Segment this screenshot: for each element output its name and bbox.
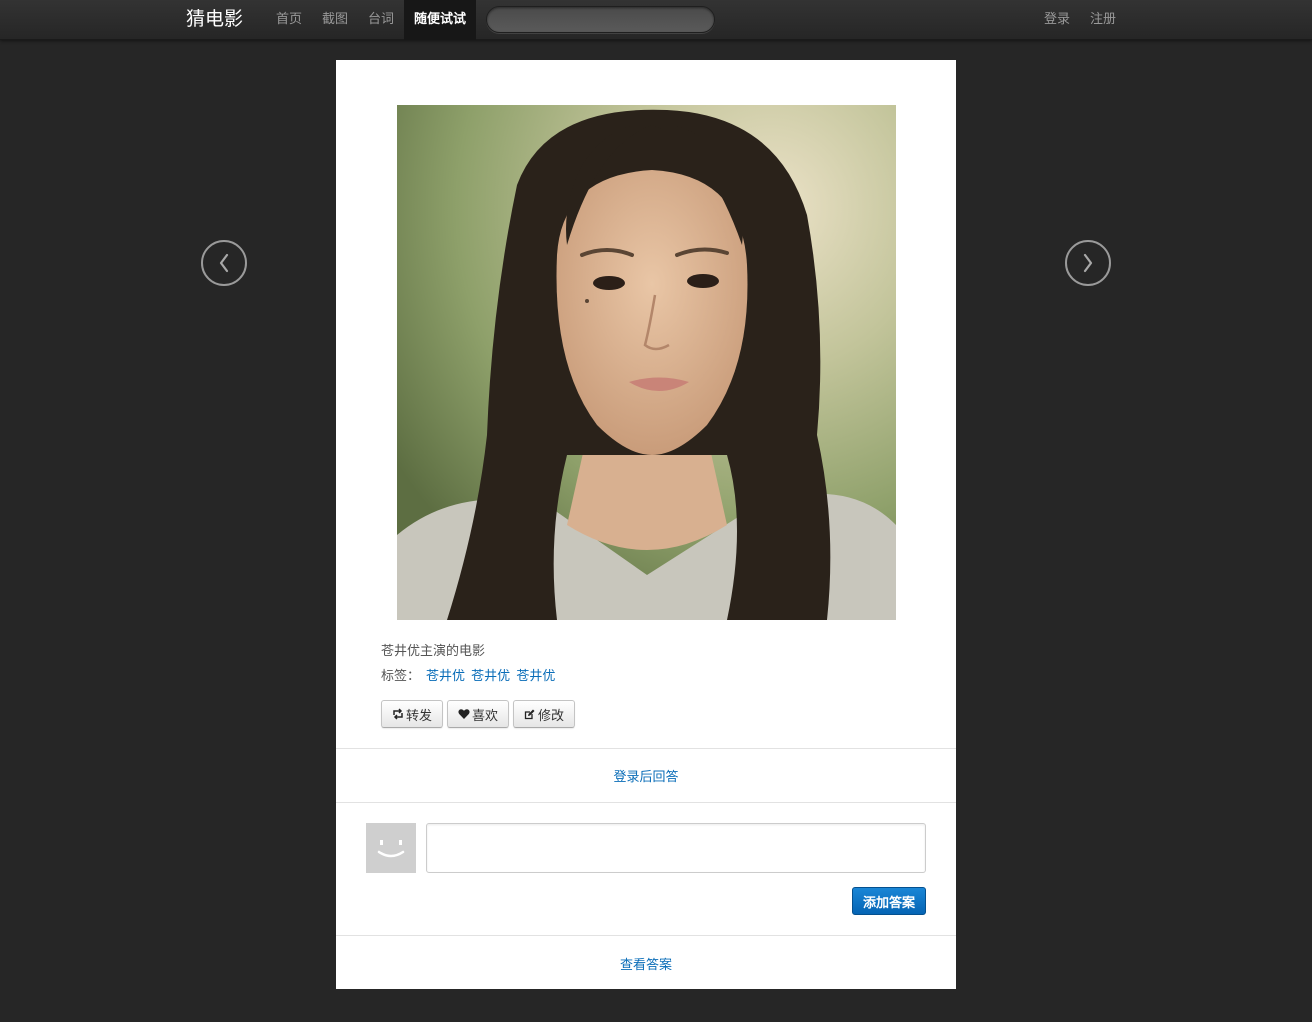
divider [336,748,956,749]
tag-link[interactable]: 苍井优 [426,669,465,684]
view-answers-link[interactable]: 查看答案 [336,954,956,973]
top-navbar: 猜电影 首页 截图 台词 随便试试 登录 注册 [0,0,1312,40]
next-button[interactable] [1065,240,1111,286]
question-card: 苍井优主演的电影 标签： 苍井优 苍井优 苍井优 转发 喜欢 修改 登录后回答 [336,60,956,989]
previous-button[interactable] [201,240,247,286]
repost-label: 转发 [405,708,432,724]
add-answer-button[interactable]: 添加答案 [852,887,926,915]
register-link[interactable]: 注册 [1084,0,1122,40]
edit-label: 修改 [537,708,564,724]
repost-button[interactable]: 转发 [381,700,443,728]
nav-screenshots[interactable]: 截图 [316,0,354,40]
answer-input[interactable] [426,823,926,873]
chevron-left-icon [219,253,229,273]
login-link[interactable]: 登录 [1038,0,1076,40]
tags-label: 标签： [381,669,421,684]
divider [336,935,956,936]
question-caption: 苍井优主演的电影 [381,644,486,659]
tags-row: 标签： 苍井优 苍井优 苍井优 [381,665,555,684]
avatar [366,823,416,873]
nav-home[interactable]: 首页 [270,0,308,40]
edit-button[interactable]: 修改 [513,700,575,728]
retweet-icon [393,708,403,720]
portrait-illustration [397,105,896,620]
search-input[interactable] [486,6,715,33]
brand-logo[interactable]: 猜电影 [186,6,243,34]
movie-still-image [397,105,896,620]
like-button[interactable]: 喜欢 [447,700,509,728]
login-to-answer-link[interactable]: 登录后回答 [336,766,956,785]
nav-random[interactable]: 随便试试 [404,0,476,40]
chevron-right-icon [1083,253,1093,273]
edit-icon [524,709,535,720]
tag-link[interactable]: 苍井优 [471,669,510,684]
tag-link[interactable]: 苍井优 [516,669,555,684]
nav-quotes[interactable]: 台词 [362,0,400,40]
like-label: 喜欢 [471,708,498,724]
heart-icon [458,709,470,719]
divider [336,802,956,803]
default-avatar-icon [366,823,416,873]
